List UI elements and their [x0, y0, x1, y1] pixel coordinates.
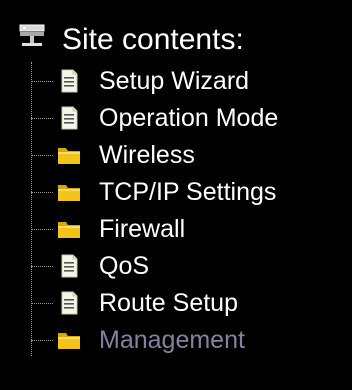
page-icon [61, 69, 78, 93]
folder-icon [58, 333, 80, 349]
tree-item-wireless[interactable]: Wireless [31, 136, 195, 174]
tree-item-route-setup[interactable]: Route Setup [31, 284, 238, 322]
tree-item-tcpip-settings[interactable]: TCP/IP Settings [31, 173, 276, 211]
tree-item-management[interactable]: Management [31, 321, 245, 359]
tree-branch-line [31, 228, 53, 230]
folder-icon [58, 148, 80, 164]
tree-item-label: QoS [99, 252, 150, 280]
tree-branch-line [31, 80, 53, 82]
page-icon [61, 291, 78, 315]
site-contents-panel: Site contents: Setup Wizard Operation Mo… [0, 0, 352, 390]
tree-branch-line [31, 339, 53, 341]
site-contents-title: Site contents: [62, 23, 244, 56]
tree-branch-line [31, 154, 53, 156]
tree-branch-line [31, 265, 53, 267]
tree-branch-line [31, 191, 53, 193]
tree-item-label: Management [99, 326, 245, 354]
tree-item-label: Firewall [99, 215, 186, 243]
tree-item-qos[interactable]: QoS [31, 247, 149, 285]
tree-item-label: Wireless [99, 141, 195, 169]
tree-item-label: Route Setup [99, 289, 238, 317]
tree-item-label: TCP/IP Settings [99, 178, 277, 206]
tree-item-setup-wizard[interactable]: Setup Wizard [31, 62, 249, 100]
network-tree-icon [19, 24, 45, 46]
site-contents-header: Site contents: [18, 20, 244, 60]
page-icon [61, 254, 78, 278]
folder-icon [58, 185, 80, 201]
tree-item-label: Setup Wizard [99, 67, 250, 95]
tree-branch-line [31, 302, 53, 304]
tree-item-operation-mode[interactable]: Operation Mode [31, 99, 278, 137]
page-icon [61, 106, 78, 130]
tree-branch-line [31, 117, 53, 119]
folder-icon [58, 222, 80, 238]
tree-item-firewall[interactable]: Firewall [31, 210, 185, 248]
tree-item-label: Operation Mode [99, 104, 279, 132]
